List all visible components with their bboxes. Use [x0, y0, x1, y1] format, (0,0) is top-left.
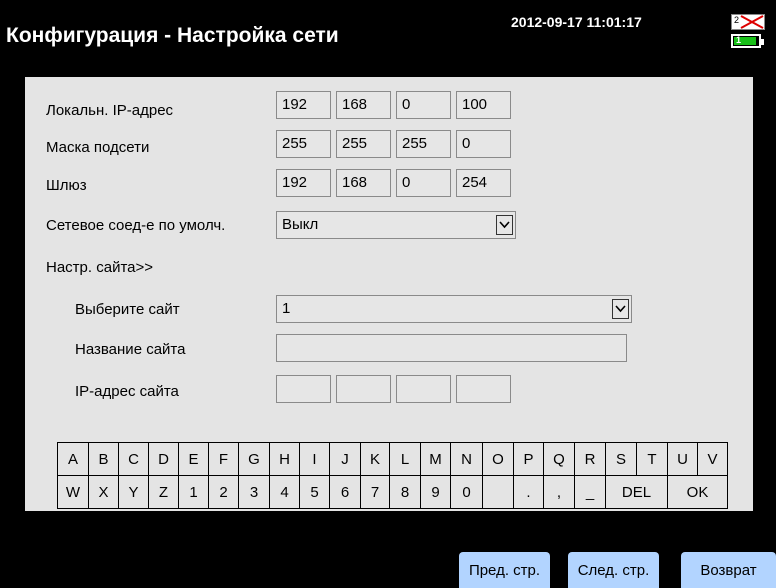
back-button[interactable]: Возврат [681, 552, 776, 588]
key[interactable]: R [575, 443, 606, 476]
on-screen-keyboard: A B C D E F G H I J K L M N O P Q R S T … [57, 442, 728, 509]
key[interactable]: 8 [390, 476, 421, 509]
subnet-mask-octet-4[interactable]: 0 [456, 130, 511, 158]
key[interactable]: X [89, 476, 119, 509]
subnet-mask-octet-3[interactable]: 255 [396, 130, 451, 158]
key[interactable]: Z [149, 476, 179, 509]
site-settings-label[interactable]: Настр. сайта>> [46, 259, 153, 276]
key[interactable]: N [451, 443, 483, 476]
key[interactable]: 2 [209, 476, 239, 509]
chevron-down-icon[interactable] [496, 215, 513, 235]
key[interactable]: P [514, 443, 544, 476]
key[interactable]: 3 [239, 476, 270, 509]
key[interactable]: 5 [300, 476, 330, 509]
subnet-mask-label: Маска подсети [46, 139, 150, 156]
subnet-mask-octet-2[interactable]: 255 [336, 130, 391, 158]
key[interactable]: T [637, 443, 668, 476]
datetime: 2012-09-17 11:01:17 [511, 14, 642, 30]
site-ip-octet-4[interactable] [456, 375, 511, 403]
key[interactable]: . [514, 476, 544, 509]
key[interactable]: L [390, 443, 421, 476]
site-ip-octet-3[interactable] [396, 375, 451, 403]
default-connection-label: Сетевое соед-е по умолч. [46, 217, 226, 234]
key[interactable]: V [698, 443, 728, 476]
key[interactable]: M [421, 443, 451, 476]
key[interactable]: E [179, 443, 209, 476]
select-site-select[interactable]: 1 [276, 295, 632, 323]
key[interactable]: , [544, 476, 575, 509]
key[interactable]: Q [544, 443, 575, 476]
status-icons: 2 1 [731, 14, 765, 50]
local-ip-octet-4[interactable]: 100 [456, 91, 511, 119]
local-ip-octet-2[interactable]: 168 [336, 91, 391, 119]
key[interactable]: 1 [179, 476, 209, 509]
key[interactable]: U [668, 443, 698, 476]
site-name-input[interactable] [276, 334, 627, 362]
site-ip-octet-1[interactable] [276, 375, 331, 403]
key[interactable]: 4 [270, 476, 300, 509]
key[interactable]: 6 [330, 476, 361, 509]
page-title: Конфигурация - Настройка сети [6, 24, 339, 47]
key[interactable]: I [300, 443, 330, 476]
key[interactable]: 0 [451, 476, 483, 509]
key-ok[interactable]: OK [668, 476, 728, 509]
gateway-octet-4[interactable]: 254 [456, 169, 511, 197]
keyboard-row-2: W X Y Z 1 2 3 4 5 6 7 8 9 0 . , _ DEL OK [58, 476, 728, 509]
key[interactable]: F [209, 443, 239, 476]
network-disconnected-icon: 2 [731, 14, 765, 30]
battery-icon: 1 [731, 34, 764, 48]
keyboard-row-1: A B C D E F G H I J K L M N O P Q R S T … [58, 443, 728, 476]
key[interactable]: K [361, 443, 390, 476]
gateway-octet-2[interactable]: 168 [336, 169, 391, 197]
select-site-label: Выберите сайт [75, 301, 180, 318]
default-connection-select[interactable]: Выкл [276, 211, 516, 239]
select-site-value: 1 [282, 300, 291, 317]
key[interactable]: A [58, 443, 89, 476]
key[interactable]: B [89, 443, 119, 476]
key[interactable]: W [58, 476, 89, 509]
key[interactable]: G [239, 443, 270, 476]
default-connection-value: Выкл [282, 216, 319, 233]
next-page-button[interactable]: След. стр. [568, 552, 659, 588]
key[interactable]: _ [575, 476, 606, 509]
key[interactable]: 9 [421, 476, 451, 509]
key[interactable]: S [606, 443, 637, 476]
gateway-octet-3[interactable]: 0 [396, 169, 451, 197]
site-name-label: Название сайта [75, 341, 186, 358]
local-ip-octet-3[interactable]: 0 [396, 91, 451, 119]
site-ip-label: IP-адрес сайта [75, 383, 179, 400]
key[interactable]: 7 [361, 476, 390, 509]
battery-number: 1 [736, 35, 742, 45]
key[interactable]: J [330, 443, 361, 476]
key-blank[interactable] [483, 476, 514, 509]
key[interactable]: O [483, 443, 514, 476]
chevron-down-icon[interactable] [612, 299, 629, 319]
subnet-mask-octet-1[interactable]: 255 [276, 130, 331, 158]
network-number: 2 [734, 15, 740, 25]
prev-page-button[interactable]: Пред. стр. [459, 552, 550, 588]
gateway-octet-1[interactable]: 192 [276, 169, 331, 197]
key[interactable]: H [270, 443, 300, 476]
gateway-label: Шлюз [46, 177, 87, 194]
key[interactable]: D [149, 443, 179, 476]
key-delete[interactable]: DEL [606, 476, 668, 509]
local-ip-label: Локальн. IP-адрес [46, 102, 174, 119]
site-ip-octet-2[interactable] [336, 375, 391, 403]
local-ip-octet-1[interactable]: 192 [276, 91, 331, 119]
key[interactable]: C [119, 443, 149, 476]
key[interactable]: Y [119, 476, 149, 509]
